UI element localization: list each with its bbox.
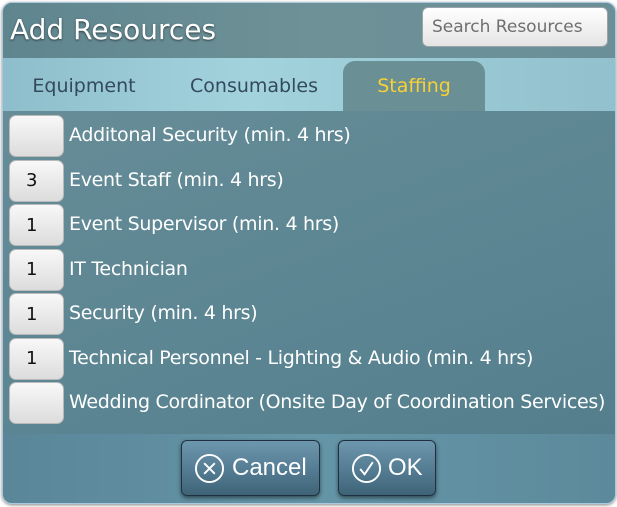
list-item: Event Staff (min. 4 hrs) [3, 156, 615, 202]
quantity-input[interactable] [9, 159, 64, 202]
quantity-input[interactable] [9, 293, 64, 335]
tab-equipment[interactable]: Equipment [3, 61, 165, 111]
dialog-title: Add Resources [10, 13, 217, 46]
item-label: Additonal Security (min. 4 hrs) [69, 124, 351, 146]
list-item: IT Technician [3, 245, 615, 291]
add-resources-dialog: Add Resources Equipment Consumables Staf… [2, 2, 616, 504]
item-label: Security (min. 4 hrs) [69, 302, 258, 324]
quantity-input[interactable] [9, 115, 64, 157]
list-item: Security (min. 4 hrs) [3, 289, 615, 335]
ok-button[interactable]: OK [338, 440, 436, 496]
quantity-input[interactable] [9, 204, 64, 246]
tab-consumables[interactable]: Consumables [165, 61, 343, 111]
cancel-label: Cancel [232, 454, 307, 481]
tab-staffing[interactable]: Staffing [343, 61, 485, 111]
quantity-input[interactable] [9, 248, 64, 291]
item-label: IT Technician [69, 257, 188, 280]
dialog-footer: Cancel OK [3, 434, 615, 503]
search-resources-input[interactable] [422, 7, 608, 47]
ok-label: OK [388, 454, 423, 481]
list-item: Wedding Cordinator (Onsite Day of Coordi… [3, 378, 615, 424]
circle-check-icon [351, 453, 382, 484]
circle-x-icon [194, 453, 225, 484]
dialog-header: Add Resources [3, 3, 615, 58]
item-label: Event Supervisor (min. 4 hrs) [69, 213, 339, 235]
list-item: Additonal Security (min. 4 hrs) [3, 111, 615, 157]
list-item: Event Supervisor (min. 4 hrs) [3, 200, 615, 246]
item-label: Technical Personnel - Lighting & Audio (… [69, 346, 534, 369]
item-label: Wedding Cordinator (Onsite Day of Coordi… [69, 391, 606, 413]
tab-bar: Equipment Consumables Staffing [3, 58, 615, 111]
cancel-button[interactable]: Cancel [181, 440, 320, 496]
item-label: Event Staff (min. 4 hrs) [69, 168, 284, 191]
quantity-input[interactable] [9, 382, 64, 424]
list-item: Technical Personnel - Lighting & Audio (… [3, 334, 615, 380]
resource-list: Additonal Security (min. 4 hrs) Event St… [3, 111, 615, 434]
quantity-input[interactable] [9, 337, 64, 380]
